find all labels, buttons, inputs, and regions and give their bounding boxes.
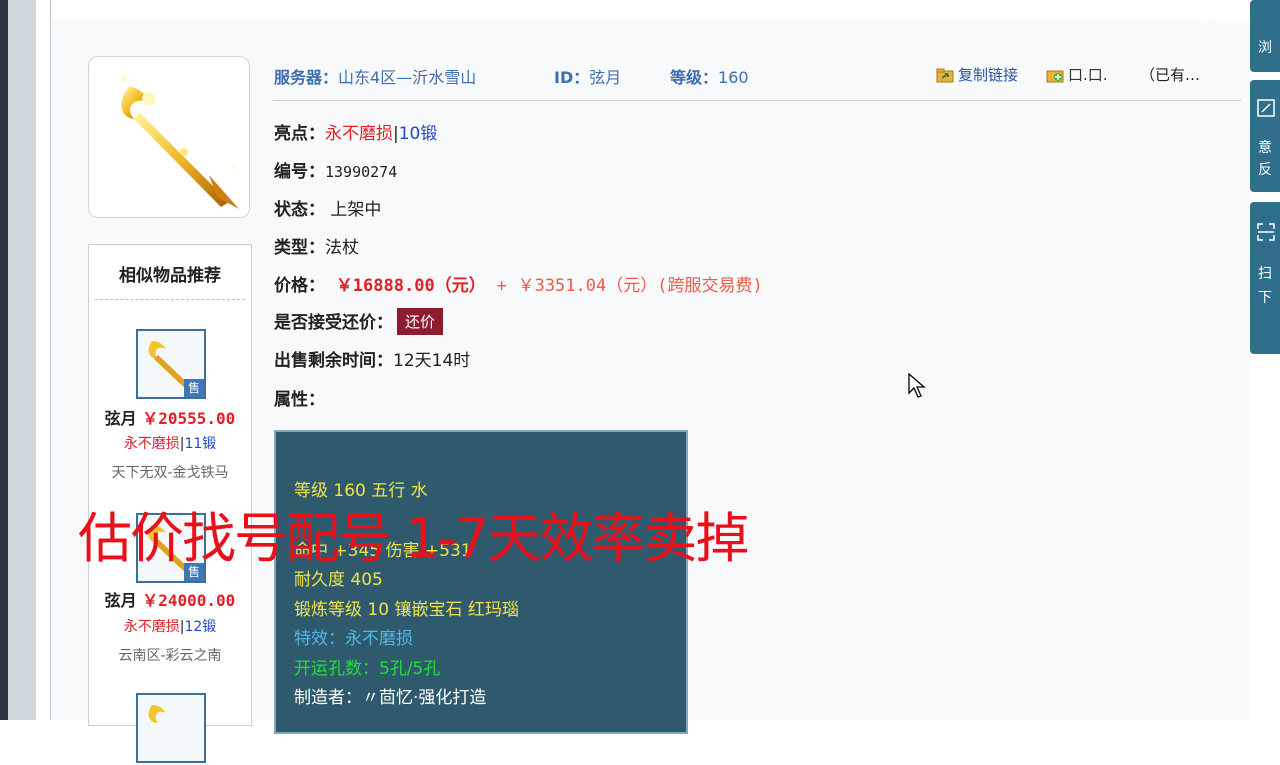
favorite-button[interactable]: 口.口. [1046, 64, 1108, 85]
similar-item-price: ￥24000.00 [142, 591, 236, 610]
serial-label: 编号： [274, 162, 325, 182]
header-divider [273, 100, 1241, 101]
level-label: 等级： [670, 68, 719, 87]
highlight-blue: 10锻 [398, 124, 438, 144]
attributes-panel: 等级 160 五行 水 命中 +345 伤害 +531 耐久度 405 锻炼等级… [274, 430, 688, 734]
owner-count: （已有… [1140, 66, 1201, 84]
side-feedback-button[interactable]: 意 反 [1250, 80, 1280, 192]
similar-item-name: 弦月 [104, 409, 137, 428]
page-left-margin [36, 0, 51, 720]
similar-item-highlight: 永不磨损|12锻 [89, 616, 251, 636]
type-label: 类型： [274, 238, 325, 258]
attributes-row: 属性： [274, 385, 325, 410]
side-scan-download-button[interactable]: 扫 下 [1250, 202, 1280, 354]
price-value: ￥16888.00（元） [335, 276, 486, 296]
status-label: 状态： [274, 200, 325, 220]
price-row: 价格： ￥16888.00（元） + ￥3351.04（元）(跨服交易费) [274, 271, 763, 296]
highlight-red: 永不磨损 [123, 619, 180, 635]
server-info: 服务器：山东4区—沂水雪山 [274, 64, 476, 88]
level-value: 160 [718, 68, 749, 87]
role-id-info: ID：弦月 [554, 64, 621, 88]
id-label: ID： [554, 68, 590, 87]
copy-link-button[interactable]: 复制链接 [936, 64, 1018, 85]
side-feedback-label-2: 反 [1258, 162, 1272, 178]
highlight-label: 亮点： [274, 124, 325, 144]
bargain-label: 是否接受还价： [274, 313, 393, 333]
side-feedback-label-1: 意 [1258, 140, 1272, 156]
price-plus: + [496, 276, 507, 296]
serial-value: 13990274 [325, 163, 398, 181]
window-left-gutter [8, 0, 36, 720]
attr-forge-gem: 锻炼等级 10 镶嵌宝石 红玛瑙 [294, 600, 519, 620]
attributes-label: 属性： [274, 390, 325, 410]
similar-item-price-line[interactable]: 弦月 ￥24000.00 [89, 587, 251, 611]
highlight-red: 永不磨损 [123, 436, 180, 452]
page-top-band [51, 0, 1251, 20]
similar-item-server: 天下无双-金戈铁马 [111, 465, 229, 481]
similar-items-title: 相似物品推荐 [95, 245, 245, 300]
mouse-cursor-icon [908, 373, 926, 398]
price-label: 价格： [274, 276, 325, 296]
attr-special-effect: 特效：永不磨损 [294, 629, 413, 649]
similar-item-price: ￥20555.00 [142, 409, 236, 428]
side-scan-label-1: 扫 [1258, 266, 1272, 282]
attr-maker: 制造者：〃茴忆·强化打造 [294, 688, 487, 708]
id-value: 弦月 [589, 68, 622, 87]
highlight-blue: 11锻 [184, 436, 217, 452]
highlight-row: 亮点：永不磨损|10锻 [274, 119, 437, 144]
side-browse-label: 浏 [1258, 40, 1272, 56]
side-browse-button[interactable]: 浏 [1250, 0, 1280, 72]
remaining-label: 出售剩余时间： [274, 351, 393, 371]
level-info: 等级：160 [670, 64, 749, 88]
similar-item-name: 弦月 [104, 591, 137, 610]
counter-offer-button[interactable]: 还价 [397, 308, 444, 335]
folder-add-icon [1046, 70, 1064, 83]
stream-watermark: CC直播 [1200, 11, 1248, 27]
stream-overlay-caption: 估价找号配号 1-7天效率卖掉 [78, 507, 749, 570]
remaining-value: 12天14时 [393, 351, 471, 371]
attr-luck-holes: 开运孔数：5孔/5孔 [294, 659, 441, 679]
similar-item-highlight: 永不磨损|11锻 [89, 433, 251, 453]
staff-thumb-icon [148, 705, 166, 723]
server-label: 服务器： [274, 68, 339, 87]
similar-item-thumb[interactable]: 售 [136, 329, 206, 399]
copy-link-label: 复制链接 [958, 66, 1019, 84]
scan-icon [1257, 223, 1275, 241]
folder-link-icon [936, 68, 954, 83]
status-value: 上架中 [330, 200, 382, 220]
edit-icon [1257, 99, 1275, 117]
highlight-blue: 12锻 [184, 619, 217, 635]
highlight-red: 永不磨损 [325, 124, 393, 144]
status-row: 状态： 上架中 [274, 195, 381, 220]
serial-row: 编号：13990274 [274, 157, 397, 182]
remaining-row: 出售剩余时间：12天14时 [274, 346, 470, 371]
server-value: 山东4区—沂水雪山 [338, 68, 477, 87]
for-sale-badge: 售 [184, 379, 204, 397]
side-scan-label-2: 下 [1258, 290, 1272, 306]
price-fee: ￥3351.04（元）(跨服交易费) [517, 276, 763, 296]
type-value: 法杖 [325, 238, 359, 258]
favorite-label: 口.口. [1068, 66, 1108, 84]
similar-item-server: 云南区-彩云之南 [118, 648, 222, 664]
type-row: 类型：法杖 [274, 233, 359, 258]
bargain-row: 是否接受还价： 还价 [274, 308, 444, 335]
staff-item-image [121, 76, 239, 209]
similar-item-price-line[interactable]: 弦月 ￥20555.00 [89, 405, 251, 429]
similar-items-panel: 相似物品推荐 售 弦月 ￥20555.00 永不磨损|11锻 天下无双-金戈铁马… [88, 244, 252, 763]
item-image-card[interactable] [88, 56, 250, 218]
window-left-border [0, 0, 8, 720]
similar-item-thumb[interactable] [136, 693, 206, 763]
